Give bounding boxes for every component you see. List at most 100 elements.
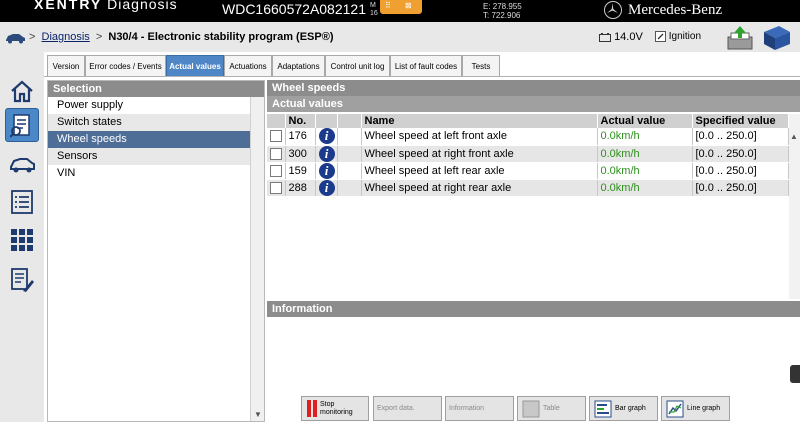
- brand-logo-text: Mercedes-Benz: [628, 2, 723, 18]
- header-bar: > Diagnosis > N30/4 - Electronic stabili…: [0, 22, 800, 52]
- repair-manual-icon[interactable]: [5, 263, 39, 297]
- row-actual-value: 0.0km/h: [597, 128, 693, 146]
- remote-toolbar[interactable]: ⠿ ⊠: [380, 0, 422, 14]
- info-icon[interactable]: i: [318, 128, 335, 145]
- selection-panel: Selection Power supply Switch states Whe…: [47, 80, 265, 422]
- stop-monitoring-button[interactable]: Stop monitoring: [301, 396, 369, 421]
- breadcrumb-diagnosis-link[interactable]: Diagnosis: [42, 31, 90, 43]
- battery-icon: [599, 32, 611, 42]
- tab-actuations[interactable]: Actuations: [224, 55, 272, 76]
- breadcrumb-separator: >: [95, 31, 103, 43]
- tab-adaptations[interactable]: Adaptations: [272, 55, 325, 76]
- col-checkbox: [267, 114, 286, 128]
- mini-status: M 16: [370, 2, 378, 18]
- information-title: Information: [267, 301, 800, 317]
- row-no: 300: [285, 145, 316, 163]
- home-icon[interactable]: [5, 74, 39, 108]
- row-specified-value: [0.0 .. 250.0]: [692, 162, 789, 180]
- values-panel: Wheel speeds Actual values No. Name Actu…: [267, 80, 800, 422]
- tab-bar: Version Error codes / Events Actual valu…: [44, 55, 800, 77]
- row-specified-value: [0.0 .. 250.0]: [692, 179, 789, 197]
- information-button[interactable]: Information: [445, 396, 514, 421]
- row-no: 159: [285, 162, 316, 180]
- row-name: Wheel speed at right front axle: [361, 145, 598, 163]
- section-title: Wheel speeds: [267, 80, 800, 96]
- brand-prefix: XENTRY: [34, 0, 103, 12]
- stop-label-line1: Stop: [320, 400, 335, 408]
- tab-actual-values[interactable]: Actual values: [166, 55, 224, 76]
- export-data-button[interactable]: Export data.: [373, 396, 442, 421]
- actual-values-table: No. Name Actual value Specified value 17…: [267, 114, 789, 197]
- row-name: Wheel speed at right rear axle: [361, 179, 598, 197]
- ignition-label: Ignition: [668, 31, 702, 43]
- col-name: Name: [361, 114, 598, 128]
- row-specified-value: [0.0 .. 250.0]: [692, 145, 789, 163]
- stop-icon: [307, 400, 317, 417]
- row-no: 288: [285, 179, 316, 197]
- row-blank-cell: [337, 128, 362, 146]
- scroll-down-icon[interactable]: ▼: [254, 410, 262, 419]
- bar-graph-button[interactable]: Bar graph: [589, 396, 658, 421]
- breadcrumb-separator: >: [29, 31, 36, 43]
- row-checkbox[interactable]: [270, 164, 282, 177]
- battery-status: 14.0V: [599, 31, 643, 43]
- row-name: Wheel speed at left front axle: [361, 128, 598, 146]
- row-checkbox-cell: [267, 162, 286, 180]
- export-data-label: Export data.: [377, 404, 415, 412]
- col-specified-value: Specified value: [692, 114, 789, 128]
- line-graph-button[interactable]: Line graph: [661, 396, 730, 421]
- brand-suffix: Diagnosis: [107, 0, 178, 12]
- selection-scrollbar[interactable]: ▼: [250, 97, 264, 421]
- scroll-up-icon[interactable]: ▲: [790, 132, 798, 141]
- table-row[interactable]: 176 i Wheel speed at left front axle 0.0…: [267, 128, 789, 146]
- bar-graph-label: Bar graph: [615, 404, 646, 412]
- list-icon[interactable]: [5, 185, 39, 219]
- row-checkbox[interactable]: [270, 130, 282, 143]
- info-icon[interactable]: i: [318, 179, 335, 196]
- battery-voltage: 14.0V: [614, 31, 643, 43]
- tab-tests[interactable]: Tests: [462, 55, 500, 76]
- info-icon[interactable]: i: [318, 162, 335, 179]
- left-nav-rail: [0, 52, 44, 422]
- mini-status-line2: 16: [370, 10, 378, 17]
- coord-t: T: 722.906: [483, 11, 521, 20]
- selection-item-wheel-speeds[interactable]: Wheel speeds: [48, 131, 251, 148]
- tab-error-codes[interactable]: Error codes / Events: [85, 55, 166, 76]
- table-row[interactable]: 288 i Wheel speed at right rear axle 0.0…: [267, 179, 789, 197]
- row-info-cell: i: [315, 179, 338, 197]
- sub-section-title: Actual values: [267, 96, 800, 112]
- row-actual-value: 0.0km/h: [597, 179, 693, 197]
- tab-control-unit-log[interactable]: Control unit log: [325, 55, 390, 76]
- col-info: [315, 114, 338, 128]
- close-session-icon[interactable]: ⊠: [405, 1, 412, 10]
- row-checkbox-cell: [267, 145, 286, 163]
- row-name: Wheel speed at left rear axle: [361, 162, 598, 180]
- stop-monitoring-label: Stop monitoring: [317, 401, 353, 417]
- side-panel-toggle[interactable]: [790, 365, 800, 383]
- selection-item-power-supply[interactable]: Power supply: [48, 97, 251, 114]
- row-no: 176: [285, 128, 316, 146]
- info-icon[interactable]: i: [318, 145, 335, 162]
- tab-version[interactable]: Version: [47, 55, 85, 76]
- table-row[interactable]: 159 i Wheel speed at left rear axle 0.0k…: [267, 162, 789, 180]
- row-blank-cell: [337, 179, 362, 197]
- drag-handle-icon[interactable]: ⠿: [385, 1, 391, 10]
- grid-modules-icon[interactable]: [5, 223, 39, 257]
- control-unit-diagnosis-icon[interactable]: [5, 108, 39, 142]
- table-view-button[interactable]: Table: [517, 396, 586, 421]
- row-checkbox[interactable]: [270, 181, 282, 194]
- row-blank-cell: [337, 162, 362, 180]
- table-scrollbar[interactable]: ▲: [789, 114, 800, 299]
- table-row[interactable]: 300 i Wheel speed at right front axle 0.…: [267, 145, 789, 163]
- row-checkbox[interactable]: [270, 147, 282, 160]
- row-info-cell: i: [315, 128, 338, 146]
- ignition-key-icon: [655, 31, 666, 42]
- selection-item-sensors[interactable]: Sensors: [48, 148, 251, 165]
- mini-status-line1: M: [370, 2, 376, 9]
- selection-item-vin[interactable]: VIN: [48, 165, 251, 182]
- tab-list-of-fault-codes[interactable]: List of fault codes: [390, 55, 462, 76]
- print-upload-icon[interactable]: [726, 24, 754, 52]
- selection-item-switch-states[interactable]: Switch states: [48, 114, 251, 131]
- vehicle-check-icon[interactable]: [5, 148, 39, 182]
- manual-book-icon[interactable]: [761, 24, 793, 52]
